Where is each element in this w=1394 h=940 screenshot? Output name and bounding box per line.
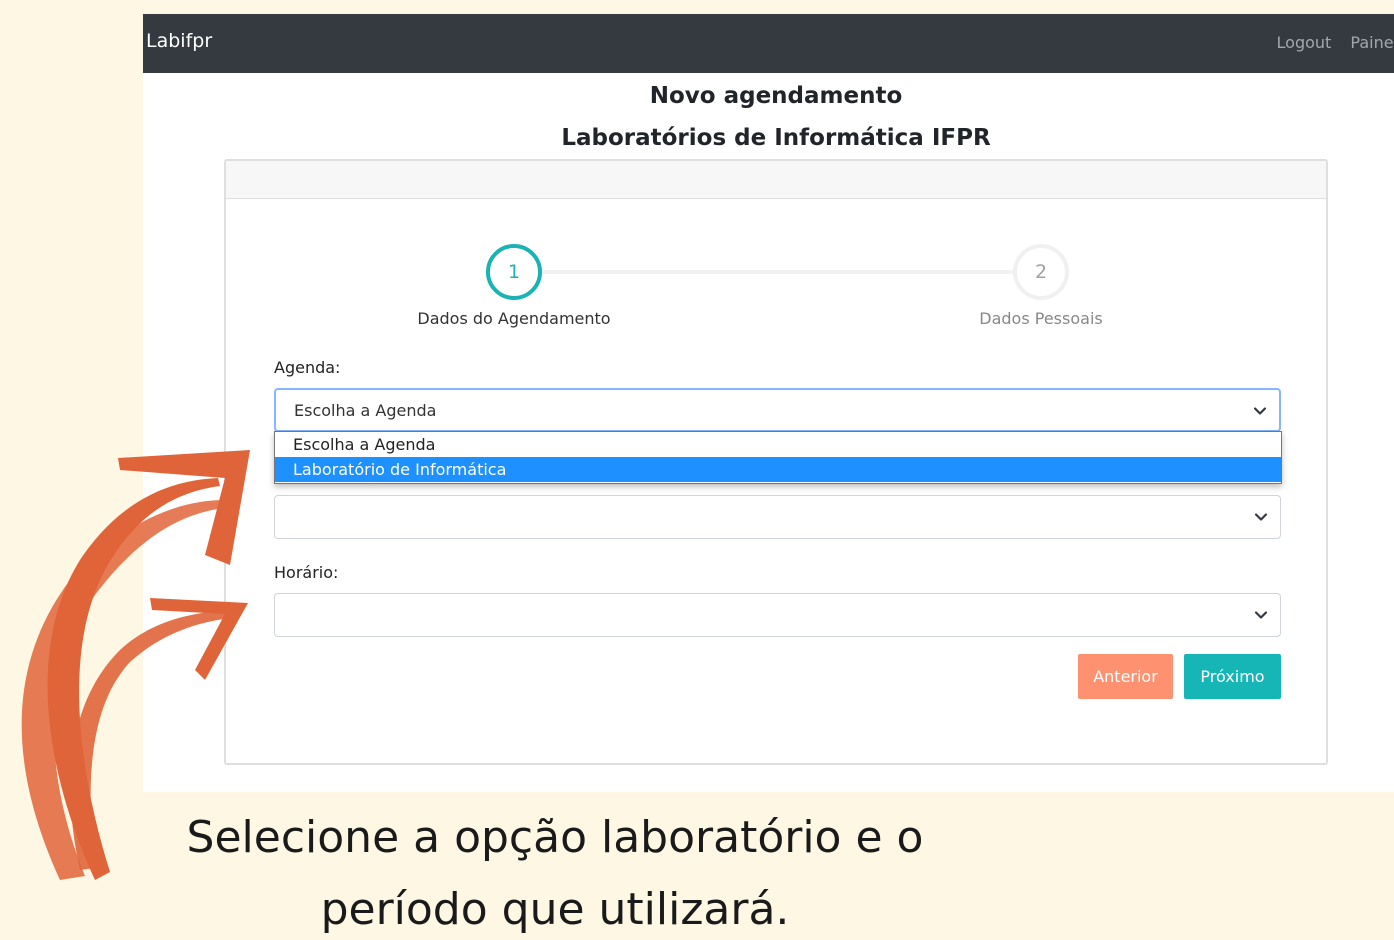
agenda-label: Agenda: — [274, 358, 341, 377]
step-2-number: 2 — [1034, 261, 1048, 283]
stepper-line — [538, 270, 1044, 274]
step-2-circle: 2 — [1013, 244, 1069, 300]
navbar: Labifpr Logout Painel — [143, 14, 1394, 73]
horario-select[interactable] — [274, 593, 1281, 637]
dropdown-option-selected[interactable]: Laboratório de Informática — [275, 457, 1281, 482]
page-subtitle: Laboratórios de Informática IFPR — [561, 125, 991, 151]
agenda-dropdown-list: Escolha a Agenda Laboratório de Informát… — [274, 431, 1282, 484]
agenda-select-value: Escolha a Agenda — [294, 401, 437, 420]
step-2-label: Dados Pessoais — [979, 309, 1103, 328]
caption-line-2: período que utilizará. — [320, 884, 790, 935]
logout-link[interactable]: Logout — [1277, 33, 1332, 52]
page-title: Novo agendamento — [649, 83, 903, 109]
step-1-label: Dados do Agendamento — [417, 309, 611, 328]
chevron-down-icon — [1254, 611, 1268, 619]
dropdown-option[interactable]: Escolha a Agenda — [275, 432, 1281, 457]
anterior-button[interactable]: Anterior — [1078, 654, 1173, 699]
chevron-down-icon — [1254, 513, 1268, 521]
agenda-select[interactable]: Escolha a Agenda — [274, 388, 1281, 432]
form-card: 1 2 Dados do Agendamento Dados Pessoais … — [224, 159, 1328, 765]
second-select[interactable] — [274, 495, 1281, 539]
card-header — [226, 161, 1326, 199]
brand-logo[interactable]: Labifpr — [146, 30, 212, 52]
caption-line-1: Selecione a opção laboratório e o — [186, 812, 924, 863]
chevron-down-icon — [1253, 407, 1267, 415]
step-1-number: 1 — [507, 261, 521, 283]
proximo-button[interactable]: Próximo — [1184, 654, 1281, 699]
step-1-circle: 1 — [486, 244, 542, 300]
horario-label: Horário: — [274, 563, 339, 582]
nav-links: Logout Painel — [1263, 33, 1394, 52]
app-window: Labifpr Logout Painel Novo agendamento L… — [143, 14, 1394, 792]
painel-link[interactable]: Painel — [1350, 33, 1394, 52]
